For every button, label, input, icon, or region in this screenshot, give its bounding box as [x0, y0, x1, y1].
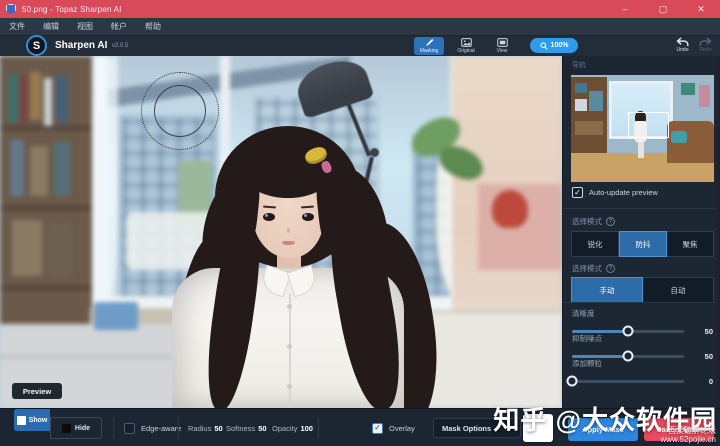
mode-stabilize-button[interactable]: 防抖	[619, 231, 667, 257]
original-label: Original	[457, 48, 474, 54]
grain-slider-block: 添加颗粒 0	[572, 358, 712, 387]
preview-badge: Preview	[12, 383, 62, 399]
grain-slider[interactable]	[572, 380, 684, 383]
eye	[263, 213, 275, 221]
mask-options-label: Mask Options	[442, 424, 491, 433]
mode-section-label: 选择模式 ?	[572, 216, 615, 227]
method-button-group: 手动 自动	[571, 277, 714, 303]
mode-button-group: 锐化 防抖 聚焦	[571, 231, 714, 257]
hide-label: Hide	[75, 425, 90, 432]
edge-aware-checkbox[interactable]: ✓	[124, 423, 135, 434]
navigation-label: 导航	[572, 60, 586, 70]
view-button[interactable]: View	[488, 37, 516, 54]
toolbar-center: Masking Original View 100%	[414, 37, 578, 55]
zoom-value: 100%	[551, 42, 569, 49]
toolbar: S Sharpen AI v2.0.5 Masking Original Vie	[0, 36, 720, 56]
menu-file[interactable]: 文件	[0, 18, 34, 36]
eye	[302, 213, 314, 221]
softness-param: Softness50	[226, 409, 267, 446]
masking-label: Masking	[420, 48, 439, 54]
brush-icon	[425, 38, 434, 47]
original-button[interactable]: Original	[452, 37, 480, 54]
window-title: 50.png - Topaz Sharpen AI	[22, 5, 122, 14]
method-manual-button[interactable]: 手动	[571, 277, 643, 303]
overlay-checkbox[interactable]: ✓	[372, 423, 383, 434]
app-version: v2.0.5	[112, 43, 128, 49]
hide-button[interactable]: Hide	[50, 417, 102, 439]
edge-aware-label: Edge-aware	[141, 424, 181, 433]
redo-button[interactable]: Redo	[699, 37, 712, 53]
minimize-button[interactable]: –	[606, 0, 644, 18]
overlay-row[interactable]: ✓ Overlay	[372, 409, 415, 446]
app-shield-icon	[6, 4, 16, 15]
black-swatch-icon	[62, 424, 71, 433]
overlay-label: Overlay	[389, 424, 415, 433]
close-button[interactable]: ✕	[682, 0, 720, 18]
monitor-icon	[497, 38, 508, 47]
viewport-rectangle[interactable]	[628, 112, 669, 138]
redo-label: Redo	[700, 47, 712, 53]
show-button[interactable]: Show	[14, 409, 50, 431]
view-label: View	[497, 48, 508, 54]
maximize-button[interactable]: ▢	[644, 0, 682, 18]
show-label: Show	[29, 417, 48, 424]
slider-knob[interactable]	[567, 376, 578, 387]
title-bar: 50.png - Topaz Sharpen AI – ▢ ✕	[0, 0, 720, 18]
mode-sharpen-button[interactable]: 锐化	[571, 231, 619, 257]
watermark-52pojie: 吾爱破解论坛 www.52pojie.cn	[660, 426, 716, 444]
menu-help[interactable]: 帮助	[136, 18, 170, 36]
undo-label: Undo	[677, 47, 689, 53]
auto-update-checkbox[interactable]: ✓	[572, 187, 583, 198]
undo-button[interactable]: Undo	[676, 37, 689, 53]
brush-cursor-inner	[154, 85, 206, 137]
edge-aware-row[interactable]: ✓ Edge-aware	[124, 409, 181, 446]
redo-icon	[699, 37, 712, 47]
undo-icon	[676, 37, 689, 47]
method-section-label: 选择模式 ?	[572, 263, 615, 274]
white-swatch-icon	[17, 416, 26, 425]
magnifier-icon	[540, 42, 548, 50]
navigator-thumbnail[interactable]	[571, 75, 714, 182]
app-name: Sharpen AI	[55, 40, 107, 51]
auto-update-row[interactable]: ✓ Auto-update preview	[572, 187, 658, 198]
clarity-label: 清晰度	[572, 308, 712, 319]
method-auto-button[interactable]: 自动	[643, 277, 714, 303]
grain-value: 0	[709, 377, 713, 386]
radius-param: Radius50	[188, 409, 223, 446]
sharpen-ai-logo: S	[26, 35, 47, 56]
masking-button[interactable]: Masking	[414, 37, 444, 55]
zoom-control[interactable]: 100%	[530, 38, 578, 53]
app-window: 50.png - Topaz Sharpen AI – ▢ ✕ 文件 编辑 视图…	[0, 0, 720, 446]
opacity-param: Opacity100	[272, 409, 313, 446]
menu-account[interactable]: 帐户	[102, 18, 136, 36]
menu-edit[interactable]: 编辑	[34, 18, 68, 36]
menu-view[interactable]: 视图	[68, 18, 102, 36]
auto-update-label: Auto-update preview	[589, 188, 658, 197]
right-panel: 导航 ✓ Auto-update preview 选择模式 ?	[562, 56, 720, 408]
window-controls: – ▢ ✕	[606, 0, 720, 18]
image-canvas[interactable]: Preview	[0, 56, 562, 408]
help-icon[interactable]: ?	[606, 217, 615, 226]
image-icon	[461, 38, 472, 47]
noise-label: 抑制噪点	[572, 333, 712, 344]
menu-bar: 文件 编辑 视图 帐户 帮助	[0, 18, 720, 36]
grain-label: 添加颗粒	[572, 358, 712, 369]
undo-redo-group: Undo Redo	[676, 37, 712, 53]
portrait-subject	[0, 56, 562, 408]
help-icon[interactable]: ?	[606, 264, 615, 273]
mode-focus-button[interactable]: 聚焦	[667, 231, 714, 257]
